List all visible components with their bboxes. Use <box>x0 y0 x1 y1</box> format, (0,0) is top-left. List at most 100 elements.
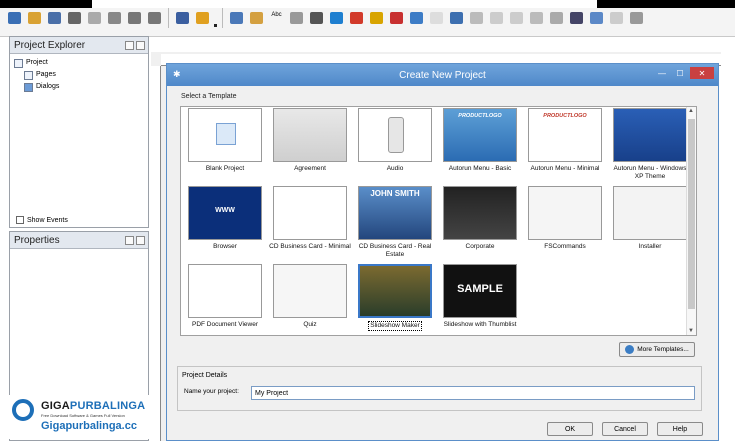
show-events-row[interactable]: Show Events <box>16 216 68 224</box>
button-object-icon[interactable] <box>228 10 245 27</box>
text-object-icon[interactable]: Abc <box>268 10 285 27</box>
template-scrollbar[interactable]: ▲ ▼ <box>686 107 696 335</box>
select-icon[interactable] <box>6 10 23 27</box>
paste-glyph <box>108 12 121 24</box>
save-icon[interactable] <box>46 10 63 27</box>
undo-icon[interactable] <box>126 10 143 27</box>
template-tile[interactable]: WWW Browser <box>184 186 266 251</box>
rectangle-object-icon[interactable] <box>608 10 625 27</box>
scroll-up-icon[interactable]: ▲ <box>688 108 694 114</box>
scroll-down-icon[interactable]: ▼ <box>688 328 694 334</box>
build-icon[interactable] <box>194 10 211 27</box>
template-thumbnail <box>273 108 347 162</box>
redo-glyph <box>148 12 161 24</box>
top-white-strip <box>92 0 597 8</box>
tree-item-dialogs[interactable]: Dialogs <box>14 81 144 93</box>
radio-object-glyph <box>470 12 483 24</box>
redo-icon[interactable] <box>146 10 163 27</box>
dialog-titlebar: ✱ Create New Project — ☐ ✕ <box>167 64 718 86</box>
combobox-object-glyph <box>490 12 503 24</box>
flash-object-icon[interactable] <box>348 10 365 27</box>
tree-item-project[interactable]: Project <box>14 57 144 69</box>
progress-object-icon[interactable] <box>568 10 585 27</box>
template-tile[interactable]: Blank Project <box>184 108 266 173</box>
grid-object-icon[interactable] <box>528 10 545 27</box>
project-icon <box>14 58 23 68</box>
template-label: Slideshow with Thumblist <box>443 321 517 328</box>
template-tile[interactable]: PRODUCTLOGO Autorun Menu - Basic <box>439 108 521 173</box>
template-tile[interactable]: PRODUCTLOGO Autorun Menu - Minimal <box>524 108 606 173</box>
template-tile[interactable]: Audio <box>354 108 436 173</box>
maximize-icon[interactable]: ☐ <box>672 67 688 79</box>
pin-icon[interactable] <box>125 235 134 245</box>
preview-icon[interactable] <box>174 10 191 27</box>
web-object-icon[interactable] <box>328 10 345 27</box>
template-thumbnail <box>358 108 432 162</box>
browser-object-glyph <box>410 12 423 24</box>
project-name-input[interactable] <box>251 386 695 400</box>
template-thumbnail <box>613 186 687 240</box>
brand-part-b: PURBALINGA <box>69 400 146 412</box>
template-tile[interactable]: JOHN SMITH CD Business Card - Real Estate <box>354 186 436 259</box>
template-label: Autorun Menu - Minimal <box>530 165 600 172</box>
image-object-glyph <box>250 12 263 24</box>
thumbnail-text: SAMPLE <box>457 283 503 295</box>
name-project-label: Name your project: <box>184 388 239 395</box>
checkbox-object-icon[interactable] <box>448 10 465 27</box>
pen-object-icon[interactable] <box>628 10 645 27</box>
open-glyph <box>28 12 41 24</box>
template-tile[interactable]: SAMPLE Slideshow with Thumblist <box>439 264 521 329</box>
tree-object-icon[interactable] <box>588 10 605 27</box>
close-icon[interactable] <box>136 40 145 50</box>
slideshow-object-icon[interactable] <box>368 10 385 27</box>
cancel-button[interactable]: Cancel <box>602 422 648 436</box>
template-thumbnail: PRODUCTLOGO <box>443 108 517 162</box>
show-events-checkbox[interactable] <box>16 216 24 224</box>
image-object-icon[interactable] <box>248 10 265 27</box>
template-tile[interactable]: Installer <box>609 186 691 251</box>
paste-icon[interactable] <box>106 10 123 27</box>
input-object-glyph <box>430 12 443 24</box>
listbox-object-icon[interactable] <box>508 10 525 27</box>
radio-object-icon[interactable] <box>468 10 485 27</box>
table-object-icon[interactable] <box>548 10 565 27</box>
template-tile[interactable]: Slideshow Maker <box>354 264 436 331</box>
watermark-brand: GIGAPURBALINGA <box>41 400 145 412</box>
template-label: Slideshow Maker <box>368 321 422 331</box>
ok-button[interactable]: OK <box>547 422 593 436</box>
open-icon[interactable] <box>26 10 43 27</box>
more-templates-label: More Templates... <box>637 346 689 353</box>
thumbnail-text: JOHN SMITH <box>370 189 420 198</box>
project-details-label: Project Details <box>182 372 228 379</box>
cut-icon[interactable] <box>66 10 83 27</box>
3d-object-icon[interactable] <box>308 10 325 27</box>
more-templates-button[interactable]: More Templates... <box>619 342 695 357</box>
template-label: Browser <box>213 243 237 250</box>
template-tile[interactable]: Quiz <box>269 264 351 329</box>
close-icon[interactable]: ✕ <box>690 67 714 79</box>
combobox-object-icon[interactable] <box>488 10 505 27</box>
template-tile[interactable]: Agreement <box>269 108 351 173</box>
blank-page-icon <box>216 123 236 145</box>
scrollbar-thumb[interactable] <box>688 119 695 309</box>
project-explorer-header: Project Explorer <box>10 37 148 54</box>
tree-item-pages[interactable]: Pages <box>14 69 144 81</box>
help-button[interactable]: Help <box>657 422 703 436</box>
minimize-icon[interactable]: — <box>654 67 670 79</box>
tree-item-label: Dialogs <box>36 83 60 90</box>
template-tile[interactable]: CD Business Card - Minimal <box>269 186 351 251</box>
template-tile[interactable]: FSCommands <box>524 186 606 251</box>
template-tile[interactable]: PDF Document Viewer <box>184 264 266 329</box>
browser-object-icon[interactable] <box>408 10 425 27</box>
text-object-glyph: Abc <box>271 12 282 18</box>
close-icon[interactable] <box>136 235 145 245</box>
undo-glyph <box>128 12 141 24</box>
input-object-icon[interactable] <box>428 10 445 27</box>
template-tile[interactable]: Corporate <box>439 186 521 251</box>
pdf-object-icon[interactable] <box>388 10 405 27</box>
copy-icon[interactable] <box>86 10 103 27</box>
template-label: Autorun Menu - Windows XP Theme <box>613 165 687 180</box>
paragraph-object-icon[interactable] <box>288 10 305 27</box>
template-tile[interactable]: Autorun Menu - Windows XP Theme <box>609 108 691 181</box>
pin-icon[interactable] <box>125 40 134 50</box>
